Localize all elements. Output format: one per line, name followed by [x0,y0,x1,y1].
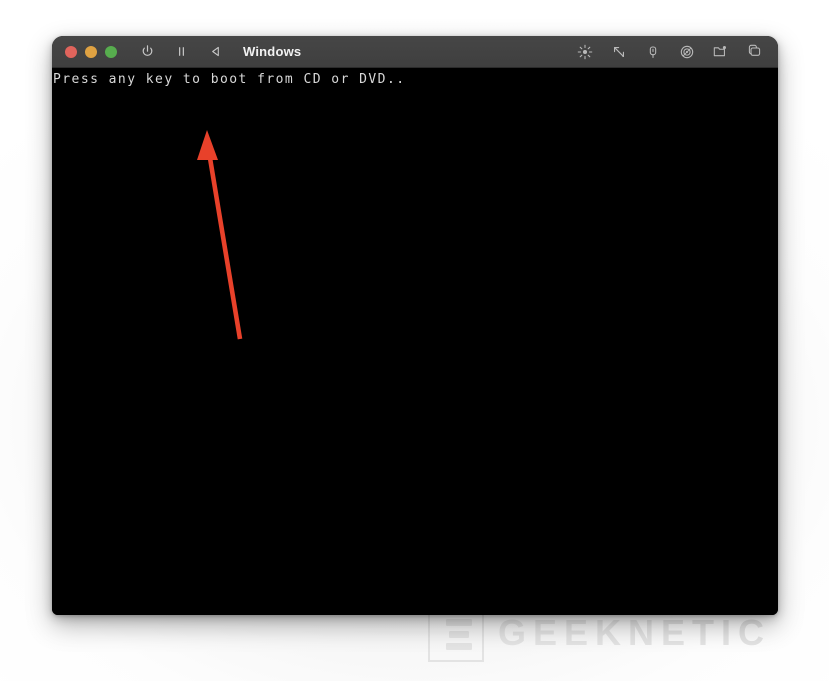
brightness-icon[interactable] [576,43,593,60]
vm-screen[interactable]: Press any key to boot from CD or DVD.. [52,68,778,615]
window-title: Windows [243,44,302,59]
vm-right-controls [576,43,766,60]
optical-disc-icon[interactable] [678,43,695,60]
maximize-button[interactable] [105,45,117,58]
vm-left-controls [139,44,223,60]
back-triangle-icon[interactable] [207,44,223,60]
vm-window: Windows Press any key to boot from CD or… [52,36,778,615]
screenshot-root: GEEKNETIC Windows Press any key to boot … [0,0,829,681]
shared-folder-icon[interactable] [712,43,729,60]
traffic-light-group [65,45,117,58]
logo-bar-bottom [446,642,472,650]
close-button[interactable] [65,45,77,58]
minimize-button[interactable] [85,45,97,58]
window-titlebar[interactable]: Windows [52,36,778,68]
logo-bar-middle [449,630,469,638]
power-icon[interactable] [139,44,155,60]
watermark-text: GEEKNETIC [498,612,772,653]
annotation-arrow-layer [197,130,243,340]
resize-arrow-icon[interactable] [610,43,627,60]
pause-icon[interactable] [173,44,189,60]
logo-bar-top [446,618,472,626]
windows-stack-icon[interactable] [746,43,763,60]
red-annotation-arrow [197,130,243,340]
boot-prompt-text: Press any key to boot from CD or DVD.. [53,72,406,87]
usb-icon[interactable] [644,43,661,60]
